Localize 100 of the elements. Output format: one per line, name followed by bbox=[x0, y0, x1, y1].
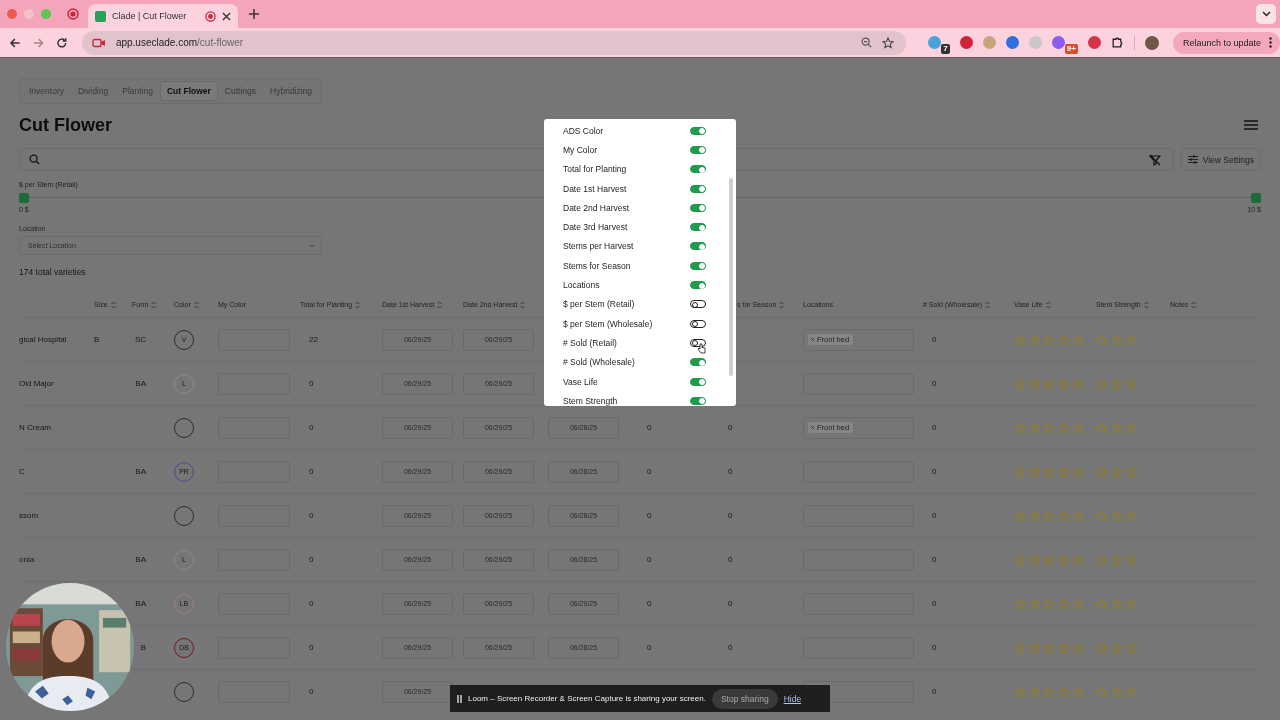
star-icon[interactable] bbox=[1028, 465, 1041, 478]
stem-strength-rating[interactable] bbox=[1096, 553, 1137, 566]
toggle-switch[interactable] bbox=[690, 358, 706, 367]
star-icon[interactable] bbox=[1043, 641, 1055, 654]
star-icon[interactable] bbox=[1057, 421, 1070, 434]
star-icon[interactable] bbox=[1057, 597, 1070, 610]
star-icon[interactable] bbox=[1110, 597, 1123, 610]
chevron-down-icon[interactable] bbox=[309, 243, 315, 248]
star-icon[interactable] bbox=[1057, 685, 1070, 698]
star-icon[interactable] bbox=[1028, 421, 1041, 434]
star-icon[interactable] bbox=[1043, 509, 1055, 522]
toggle-switch[interactable] bbox=[690, 281, 706, 289]
star-icon[interactable] bbox=[1072, 685, 1084, 698]
star-icon[interactable] bbox=[1096, 421, 1108, 434]
star-icon[interactable] bbox=[1014, 553, 1026, 566]
close-window-button[interactable] bbox=[7, 9, 17, 19]
star-icon[interactable] bbox=[1057, 641, 1070, 654]
star-icon[interactable] bbox=[1096, 333, 1108, 346]
back-icon[interactable] bbox=[9, 36, 21, 49]
filter-off-icon[interactable] bbox=[1148, 153, 1161, 166]
extension-icon[interactable] bbox=[1087, 36, 1101, 49]
toggle-switch[interactable] bbox=[690, 184, 706, 193]
toggle-switch[interactable] bbox=[690, 377, 706, 386]
toggle-switch[interactable] bbox=[690, 165, 706, 174]
star-icon[interactable] bbox=[1072, 333, 1084, 346]
star-icon[interactable] bbox=[1014, 509, 1026, 522]
star-icon[interactable] bbox=[1125, 333, 1137, 346]
close-icon[interactable] bbox=[222, 11, 231, 21]
relaunch-button[interactable]: Relaunch to update bbox=[1172, 31, 1280, 54]
star-icon[interactable] bbox=[1014, 333, 1026, 346]
star-icon[interactable] bbox=[1043, 465, 1055, 478]
star-icon[interactable] bbox=[1096, 685, 1108, 698]
star-icon[interactable] bbox=[1110, 553, 1123, 566]
stem-strength-rating[interactable] bbox=[1096, 377, 1137, 390]
star-icon[interactable] bbox=[1028, 641, 1041, 654]
star-icon[interactable] bbox=[1057, 465, 1070, 478]
star-icon[interactable] bbox=[1028, 333, 1041, 346]
stem-strength-rating[interactable] bbox=[1096, 685, 1137, 698]
extension-icon[interactable] bbox=[1005, 36, 1019, 49]
sort-icon[interactable] bbox=[193, 300, 199, 309]
minimize-window-button[interactable] bbox=[24, 9, 34, 19]
star-icon[interactable] bbox=[1125, 509, 1137, 522]
star-icon[interactable] bbox=[1125, 597, 1137, 610]
sort-icon[interactable] bbox=[1045, 300, 1051, 309]
star-icon[interactable] bbox=[1125, 421, 1137, 434]
star-icon[interactable] bbox=[1028, 553, 1041, 566]
extension-icon[interactable] bbox=[928, 36, 942, 49]
star-icon[interactable] bbox=[1072, 553, 1084, 566]
pause-icon[interactable] bbox=[457, 694, 462, 703]
star-icon[interactable] bbox=[1110, 509, 1123, 522]
stop-sharing-button[interactable]: Stop sharing bbox=[711, 688, 778, 709]
star-icon[interactable] bbox=[1096, 465, 1108, 478]
sort-icon[interactable] bbox=[1191, 300, 1197, 309]
vase-life-rating[interactable] bbox=[1014, 685, 1084, 698]
star-icon[interactable] bbox=[1072, 377, 1084, 390]
scrollbar[interactable] bbox=[729, 178, 733, 376]
star-icon[interactable] bbox=[1110, 685, 1123, 698]
browser-tab[interactable]: Clade | Cut Flower bbox=[88, 4, 238, 28]
sort-icon[interactable] bbox=[779, 300, 785, 309]
star-icon[interactable] bbox=[1072, 597, 1084, 610]
stem-strength-rating[interactable] bbox=[1096, 597, 1137, 610]
menu-icon[interactable] bbox=[1244, 120, 1258, 130]
sort-icon[interactable] bbox=[1143, 300, 1149, 309]
vase-life-rating[interactable] bbox=[1014, 553, 1084, 566]
star-icon[interactable] bbox=[1072, 509, 1084, 522]
star-icon[interactable] bbox=[1028, 509, 1041, 522]
toggle-switch[interactable] bbox=[690, 261, 706, 270]
vase-life-rating[interactable] bbox=[1014, 333, 1084, 346]
toggle-switch[interactable] bbox=[690, 319, 706, 328]
stem-strength-rating[interactable] bbox=[1096, 641, 1137, 654]
star-icon[interactable] bbox=[1043, 597, 1055, 610]
maximize-window-button[interactable] bbox=[41, 9, 51, 19]
remove-icon[interactable] bbox=[810, 425, 815, 430]
stem-strength-rating[interactable] bbox=[1096, 509, 1137, 522]
star-icon[interactable] bbox=[1043, 421, 1055, 434]
nav-tab[interactable]: Cut Flower bbox=[159, 81, 218, 101]
vase-life-rating[interactable] bbox=[1014, 421, 1084, 434]
toggle-switch[interactable] bbox=[690, 223, 706, 232]
puzzle-icon[interactable] bbox=[1110, 36, 1124, 49]
extension-icon[interactable] bbox=[982, 36, 996, 49]
toggle-switch[interactable] bbox=[690, 203, 706, 212]
star-icon[interactable] bbox=[1014, 685, 1026, 698]
star-icon[interactable] bbox=[1043, 685, 1055, 698]
star-icon[interactable] bbox=[1125, 465, 1137, 478]
sort-icon[interactable] bbox=[520, 300, 526, 309]
toggle-switch[interactable] bbox=[690, 300, 706, 309]
slider-thumb[interactable] bbox=[19, 193, 29, 203]
slider-thumb[interactable] bbox=[1251, 193, 1261, 203]
vase-life-rating[interactable] bbox=[1014, 465, 1084, 478]
vase-life-rating[interactable] bbox=[1014, 509, 1084, 522]
vase-life-rating[interactable] bbox=[1014, 597, 1084, 610]
star-icon[interactable] bbox=[1110, 377, 1123, 390]
star-icon[interactable] bbox=[1028, 685, 1041, 698]
hide-link[interactable]: Hide bbox=[783, 693, 802, 704]
star-icon[interactable] bbox=[1096, 377, 1108, 390]
star-icon[interactable] bbox=[1125, 641, 1137, 654]
star-icon[interactable] bbox=[1110, 333, 1123, 346]
star-icon[interactable] bbox=[1125, 377, 1137, 390]
star-icon[interactable] bbox=[1125, 553, 1137, 566]
star-icon[interactable] bbox=[1096, 553, 1108, 566]
